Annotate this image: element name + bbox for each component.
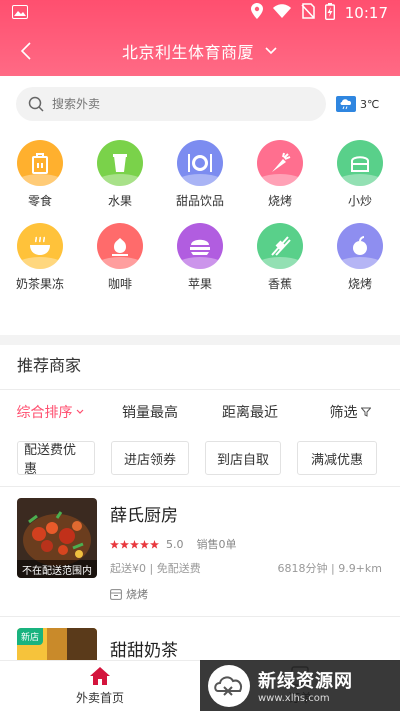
gallery-icon xyxy=(12,4,28,23)
shop-image: 新店 xyxy=(17,628,97,660)
new-store-badge: 新店 xyxy=(17,628,44,645)
shop-card[interactable]: 新店 甜甜奶茶 xyxy=(0,616,400,660)
category-item[interactable]: 咖啡 xyxy=(80,223,160,292)
shop-image: 不在配送范围内 xyxy=(17,498,97,578)
status-bar: 10:17 xyxy=(0,0,400,26)
shop-name: 甜甜奶茶 xyxy=(110,641,178,660)
snack-bag-icon xyxy=(17,140,63,186)
sort-sales[interactable]: 销量最高 xyxy=(100,398,200,426)
bread-icon xyxy=(337,140,383,186)
cup-icon xyxy=(97,140,143,186)
sort-label: 筛选 xyxy=(329,405,358,421)
chip-self-pickup[interactable]: 到店自取 xyxy=(205,441,281,475)
sort-label: 综合排序 xyxy=(16,405,73,421)
search-row: 3℃ xyxy=(0,76,400,132)
location-selector[interactable]: 北京利生体育商厦 xyxy=(0,26,400,76)
nav-home[interactable]: 外卖首页 xyxy=(0,661,200,711)
out-of-range-badge: 不在配送范围内 xyxy=(17,560,97,578)
nav-home-label: 外卖首页 xyxy=(75,691,124,705)
search-input[interactable] xyxy=(52,97,252,111)
star-icon xyxy=(130,539,139,549)
category-item[interactable]: 烧烤 xyxy=(240,140,320,209)
location-icon xyxy=(250,3,263,23)
category-label: 香蕉 xyxy=(267,277,292,291)
category-item[interactable]: 烧烤 xyxy=(320,223,400,292)
category-label: 小炒 xyxy=(347,194,372,208)
category-label: 甜品饮品 xyxy=(175,194,224,208)
sort-comprehensive[interactable]: 综合排序 xyxy=(0,398,100,426)
shop-fee: 起送¥0 | 免配送费 xyxy=(110,562,201,575)
carrot-icon xyxy=(257,140,303,186)
watermark-url: www.xlhs.com xyxy=(258,693,330,704)
shop-card[interactable]: 不在配送范围内 薛氏厨房 5.0 销售0单 起送¥0 | 免配送费 6818分钟… xyxy=(0,486,400,616)
shop-tag: 烧烤 xyxy=(110,586,148,602)
store-icon xyxy=(110,588,122,600)
star-rating: 5.0 销售0单 xyxy=(110,536,237,552)
sort-filter[interactable]: 筛选 xyxy=(300,398,400,426)
top-header: 10:17 北京利生体育商厦 xyxy=(0,0,400,76)
clock-time: 10:17 xyxy=(344,4,388,22)
category-grid: 零食 水果 甜品饮品 烧烤 小炒 奶茶果冻 咖啡 苹果 香蕉 烧烤 xyxy=(0,132,400,292)
category-label: 奶茶果冻 xyxy=(15,277,64,291)
watermark-title: 新绿资源网 xyxy=(258,671,353,692)
category-item[interactable]: 零食 xyxy=(0,140,80,209)
category-item[interactable]: 甜品饮品 xyxy=(160,140,240,209)
chip-delivery-discount[interactable]: 配送费优惠 xyxy=(17,441,95,477)
home-icon xyxy=(90,667,110,685)
navbar: 北京利生体育商厦 xyxy=(0,26,400,76)
filter-icon xyxy=(360,407,371,417)
category-item[interactable]: 苹果 xyxy=(160,223,240,292)
flower-icon xyxy=(97,223,143,269)
weather-rain-icon xyxy=(336,96,356,112)
shop-rating: 5.0 xyxy=(166,537,184,551)
category-label: 水果 xyxy=(107,194,132,208)
category-item[interactable]: 奶茶果冻 xyxy=(0,223,80,292)
divider xyxy=(0,389,400,390)
section-divider xyxy=(0,335,400,345)
category-item[interactable]: 水果 xyxy=(80,140,160,209)
weather-temp: 3℃ xyxy=(360,97,380,111)
watermark-logo xyxy=(208,664,250,707)
shop-tag-label: 烧烤 xyxy=(126,588,148,601)
chevron-down-icon xyxy=(265,47,277,55)
category-label: 烧烤 xyxy=(347,277,372,291)
plate-cutlery-icon xyxy=(177,140,223,186)
star-icon xyxy=(120,539,129,549)
wifi-icon xyxy=(272,4,291,22)
apple-icon xyxy=(337,223,383,269)
burger-icon xyxy=(177,223,223,269)
chevron-down-icon xyxy=(76,409,83,414)
watermark: 新绿资源网 www.xlhs.com xyxy=(200,660,400,711)
weather-widget: 3℃ xyxy=(336,96,384,112)
category-item[interactable]: 香蕉 xyxy=(240,223,320,292)
battery-charging-icon xyxy=(324,2,335,24)
search-bar[interactable] xyxy=(16,87,326,121)
sort-label: 距离最近 xyxy=(222,405,278,421)
star-icon xyxy=(110,539,119,549)
sort-bar: 综合排序 销量最高 距离最近 筛选 xyxy=(0,398,400,426)
category-item[interactable]: 小炒 xyxy=(320,140,400,209)
category-label: 咖啡 xyxy=(107,277,132,291)
chip-full-reduction[interactable]: 满减优惠 xyxy=(297,441,377,475)
shop-sales: 销售0单 xyxy=(196,538,237,551)
search-icon xyxy=(28,96,44,112)
category-label: 苹果 xyxy=(187,277,212,291)
star-icon xyxy=(140,539,149,549)
sort-distance[interactable]: 距离最近 xyxy=(200,398,300,426)
chip-store-coupon[interactable]: 进店领券 xyxy=(111,441,189,475)
shop-name: 薛氏厨房 xyxy=(110,506,178,526)
skewer-icon xyxy=(257,223,303,269)
star-icon xyxy=(150,539,159,549)
filter-chips: 配送费优惠 进店领券 到店自取 满减优惠 xyxy=(17,441,377,477)
page-title: 北京利生体育商厦 xyxy=(121,43,254,62)
sort-label: 销量最高 xyxy=(122,405,178,421)
category-label: 烧烤 xyxy=(267,194,292,208)
section-title: 推荐商家 xyxy=(17,356,82,375)
no-sim-icon xyxy=(301,3,315,23)
bowl-icon xyxy=(17,223,63,269)
category-label: 零食 xyxy=(27,194,52,208)
shop-distance: 6818分钟 | 9.9+km xyxy=(277,562,383,575)
